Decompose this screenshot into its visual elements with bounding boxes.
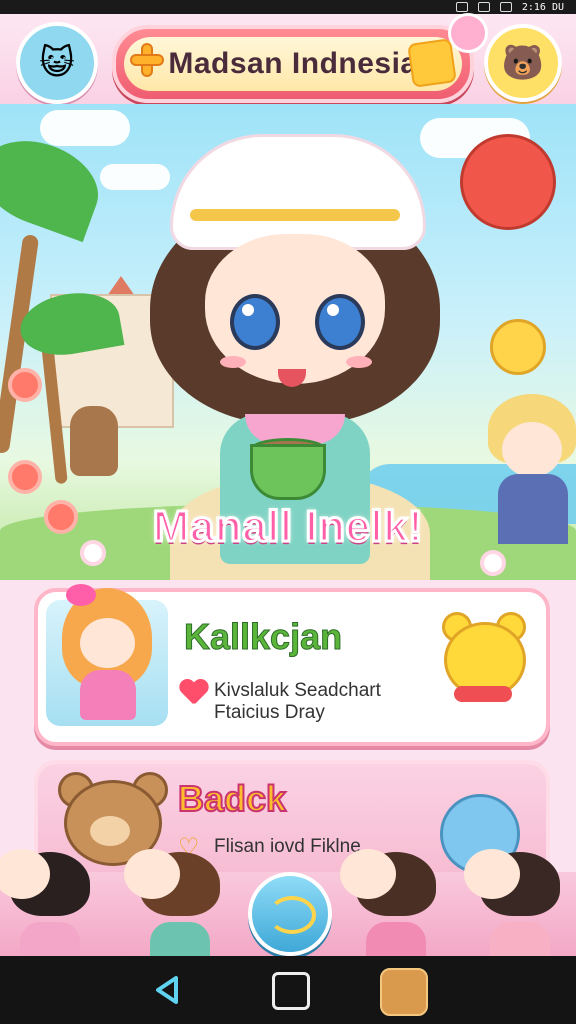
- navigation-bar: [0, 956, 576, 1024]
- bear-illustration: [490, 319, 546, 375]
- card-description: Kivslaluk Seadchart: [214, 680, 381, 701]
- cloud-illustration: [40, 110, 130, 146]
- flower-icon: [448, 13, 488, 53]
- kid-character: [464, 849, 570, 962]
- cat-face-icon: 😺: [39, 43, 75, 83]
- kid-character: [124, 849, 230, 962]
- bow-icon: [66, 584, 96, 606]
- refresh-icon: [268, 896, 316, 934]
- refresh-button[interactable]: [248, 872, 332, 956]
- heart-icon: [407, 38, 457, 88]
- back-button[interactable]: [150, 974, 184, 1006]
- card-title: Kallkcjan: [183, 616, 343, 658]
- rewards-avatar-button[interactable]: 🐻: [484, 24, 562, 102]
- kid-character: [0, 849, 100, 962]
- flower-decoration: [8, 460, 42, 494]
- kid-character: [340, 849, 446, 962]
- app-shortcut-button[interactable]: [380, 968, 428, 1016]
- status-icons: 2:16 DU: [455, 0, 564, 14]
- character-hat: [170, 134, 426, 250]
- status-bar: 2:16 DU: [0, 0, 576, 14]
- bear-mascot: [440, 612, 526, 708]
- bear-face-icon: 🐻: [501, 43, 545, 83]
- girl-character: [62, 584, 152, 728]
- character-eye: [315, 294, 365, 350]
- character-eye: [230, 294, 280, 350]
- flower-decoration: [480, 550, 506, 576]
- recents-button[interactable]: [272, 972, 310, 1010]
- robot-illustration: [460, 134, 556, 230]
- status-time: 2:16 DU: [521, 1, 564, 13]
- battery-icon: [499, 2, 512, 12]
- card-thumbnail: [46, 584, 168, 726]
- dog-illustration: [70, 406, 118, 476]
- hero-banner: Manall Inelk!: [0, 104, 576, 580]
- profile-avatar-button[interactable]: 😺: [16, 22, 98, 104]
- card-description: Ftaicius Dray: [214, 702, 325, 723]
- wifi-icon: [455, 2, 468, 12]
- title-banner[interactable]: Madsan Indnesia: [112, 13, 488, 103]
- flower-decoration: [8, 368, 42, 402]
- card-title: Badck: [177, 777, 287, 820]
- feature-card-kallkcjan[interactable]: Kallkcjan Kivslaluk Seadchart Ftaicius D…: [34, 584, 550, 746]
- header-bar: 😺 Madsan Indnesia 🐻: [0, 13, 576, 106]
- main-character: [150, 124, 440, 564]
- app-title: Madsan Indnesia: [168, 47, 418, 80]
- cup-illustration: [250, 444, 326, 500]
- hero-title: Manall Inelk!: [151, 501, 424, 553]
- plus-icon: [130, 43, 164, 77]
- signal-icon: [477, 2, 490, 12]
- back-icon: [156, 976, 178, 1004]
